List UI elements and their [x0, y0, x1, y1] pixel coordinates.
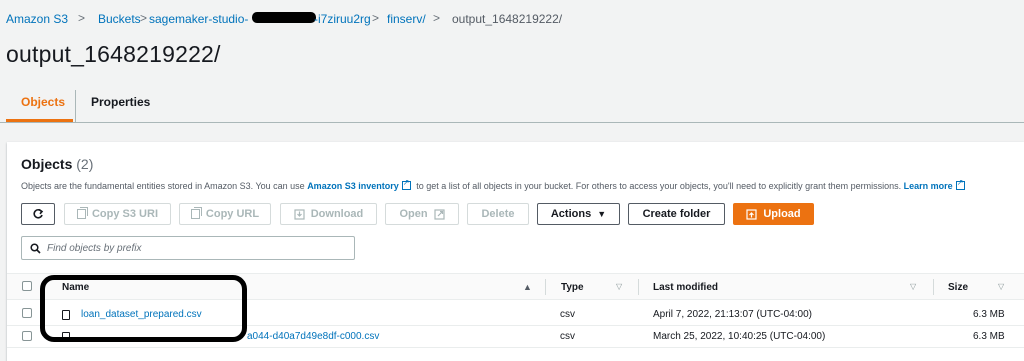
s3-inventory-link[interactable]: Amazon S3 inventory [307, 181, 399, 191]
create-folder-button[interactable]: Create folder [628, 203, 725, 225]
breadcrumb-amazon-s3[interactable]: Amazon S3 [6, 12, 68, 26]
copy-icon [190, 207, 202, 219]
delete-label: Delete [481, 208, 515, 220]
copy-url-button[interactable]: Copy URL [179, 203, 271, 225]
refresh-icon [33, 208, 44, 219]
column-header-type[interactable]: Type [561, 282, 584, 293]
page-title: output_1648219222/ [6, 41, 221, 67]
delete-button[interactable]: Delete [467, 203, 529, 225]
object-size: 6.3 MB [973, 331, 1005, 342]
object-type: csv [560, 331, 575, 342]
breadcrumb-separator: > [140, 11, 148, 25]
objects-count: (2) [76, 156, 94, 172]
learn-more-link[interactable]: Learn more [904, 181, 953, 191]
row-checkbox[interactable] [22, 308, 32, 318]
breadcrumb-current: output_1648219222/ [452, 12, 563, 26]
tab-divider [75, 90, 76, 122]
breadcrumb-separator: > [78, 11, 86, 25]
upload-icon [746, 208, 757, 220]
column-divider [545, 279, 546, 295]
sort-ascending-icon[interactable]: ▲ [523, 282, 532, 292]
row-divider [7, 347, 1024, 348]
download-button[interactable]: Download [280, 203, 377, 225]
external-link-icon [401, 178, 411, 190]
actions-dropdown[interactable]: Actions ▼ [537, 203, 620, 225]
copy-s3-uri-label: Copy S3 URI [91, 208, 158, 220]
create-folder-label: Create folder [642, 208, 711, 220]
breadcrumb-bucket-name-prefix[interactable]: sagemaker-studio- [149, 12, 248, 26]
column-divider [933, 279, 934, 295]
breadcrumb-finserv[interactable]: finserv/ [387, 12, 426, 26]
search-input[interactable]: Find objects by prefix [21, 236, 355, 260]
external-link-icon [433, 208, 445, 220]
annotation-highlight-box [40, 275, 247, 342]
upload-button[interactable]: Upload [733, 203, 814, 225]
download-icon [294, 208, 305, 220]
breadcrumb-separator: > [433, 11, 441, 25]
upload-label: Upload [763, 208, 801, 220]
column-header-size[interactable]: Size [948, 282, 968, 293]
object-last-modified: April 7, 2022, 21:13:07 (UTC-04:00) [653, 309, 812, 320]
copy-s3-uri-button[interactable]: Copy S3 URI [64, 203, 171, 225]
copy-url-label: Copy URL [205, 208, 260, 220]
sort-icon[interactable]: ▽ [910, 282, 916, 291]
breadcrumb-bucket-name-suffix[interactable]: -i7ziruu2rg [314, 12, 371, 26]
download-label: Download [310, 208, 364, 220]
object-last-modified: March 25, 2022, 10:40:25 (UTC-04:00) [653, 331, 826, 342]
sort-icon[interactable]: ▽ [616, 282, 622, 291]
object-name-link[interactable]: a044-d40a7d49e8df-c000.csv [247, 331, 379, 342]
tabs-divider [0, 122, 1024, 123]
description-text: Objects are the fundamental entities sto… [21, 181, 308, 191]
external-link-icon [955, 178, 965, 190]
objects-panel-title: Objects (2) [21, 156, 93, 172]
row-checkbox[interactable] [22, 331, 32, 341]
actions-label: Actions [550, 208, 592, 220]
breadcrumb-buckets[interactable]: Buckets [98, 12, 141, 26]
objects-description: Objects are the fundamental entities sto… [21, 178, 968, 191]
caret-down-icon: ▼ [597, 209, 607, 219]
search-placeholder: Find objects by prefix [47, 242, 142, 254]
object-type: csv [560, 309, 575, 320]
sort-icon[interactable]: ▽ [998, 282, 1004, 291]
description-text: to get a list of all objects in your buc… [413, 181, 904, 191]
open-button[interactable]: Open [385, 203, 459, 225]
breadcrumb-separator: > [372, 11, 380, 25]
refresh-button[interactable] [21, 203, 55, 225]
objects-title-text: Objects [21, 156, 73, 172]
tab-objects[interactable]: Objects [21, 95, 65, 109]
search-icon [30, 242, 41, 254]
redaction-mark [252, 12, 316, 23]
column-header-last-modified[interactable]: Last modified [653, 282, 718, 293]
copy-icon [76, 207, 88, 219]
object-size: 6.3 MB [973, 309, 1005, 320]
select-all-checkbox[interactable] [22, 281, 32, 291]
column-divider [638, 279, 639, 295]
open-label: Open [399, 208, 428, 220]
tab-properties[interactable]: Properties [91, 95, 150, 109]
